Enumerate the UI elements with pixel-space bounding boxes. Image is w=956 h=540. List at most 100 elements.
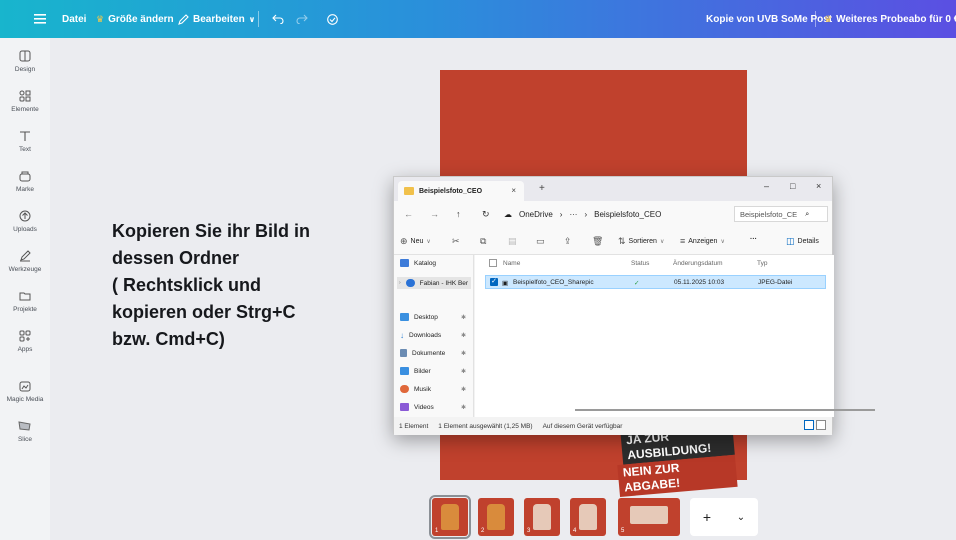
- divider: [258, 11, 259, 27]
- tiles-view-icon[interactable]: [816, 420, 826, 430]
- folder-icon: [404, 187, 414, 195]
- close-tab-icon[interactable]: ×: [511, 186, 516, 195]
- file-explorer-window: Beispielsfoto_CEO × + – □ × ← → ↑ ↻ ☁ On…: [393, 176, 875, 435]
- sidebar-item-uploads[interactable]: Uploads: [0, 210, 50, 233]
- copy-icon[interactable]: ⧉: [480, 236, 486, 247]
- document-title[interactable]: Kopie von UVB SoMe Post: [706, 0, 832, 38]
- paste-icon[interactable]: ▤: [508, 236, 517, 247]
- more-button[interactable]: ···: [750, 236, 757, 243]
- nav-item-gallery[interactable]: Katalog: [400, 259, 436, 267]
- page-number: 1: [435, 528, 439, 534]
- redo-button[interactable]: [296, 0, 308, 38]
- sidebar-item-design[interactable]: Design: [0, 50, 50, 73]
- nav-item-label: Dokumente: [412, 349, 446, 357]
- person-thumbnail-image: [533, 504, 551, 530]
- crown-icon: ♛: [96, 13, 105, 24]
- nav-item-desktop[interactable]: Desktop ✱: [400, 313, 472, 321]
- view-button[interactable]: ≡ Anzeigen ∨: [680, 236, 725, 246]
- sort-label: Sortieren: [628, 238, 657, 245]
- nav-item-documents[interactable]: Dokumente ✱: [400, 349, 472, 357]
- close-window-button[interactable]: ×: [816, 181, 821, 191]
- sidebar-item-label: Marke: [15, 186, 35, 193]
- file-menu[interactable]: Datei: [62, 0, 86, 38]
- save-status-button[interactable]: [326, 0, 339, 38]
- pin-icon: ✱: [460, 314, 466, 321]
- file-type: JPEG-Datei: [758, 279, 793, 286]
- maximize-button[interactable]: □: [790, 181, 795, 191]
- rename-icon[interactable]: ▭: [536, 236, 545, 247]
- column-header-status[interactable]: Status: [631, 255, 649, 271]
- breadcrumb[interactable]: ☁ OneDrive › ··· › Beispielsfoto_CEO: [504, 206, 724, 222]
- layout-icon: [19, 50, 31, 62]
- sidebar-item-projects[interactable]: Projekte: [0, 290, 50, 313]
- column-header-type[interactable]: Typ: [757, 255, 767, 271]
- checkbox-checked-icon[interactable]: ✓: [490, 278, 498, 286]
- tab-title: Beispielsfoto_CEO: [419, 187, 483, 195]
- details-button[interactable]: ◫ Details: [786, 236, 819, 247]
- breadcrumb-onedrive[interactable]: OneDrive: [519, 210, 553, 219]
- file-row[interactable]: ✓ ▣ Beispielfoto_CEO_Sharepic ✓ 05.11.20…: [485, 275, 826, 289]
- sidebar-item-slice[interactable]: Slice: [0, 420, 50, 443]
- page-thumbnail-4[interactable]: 4: [570, 498, 606, 536]
- search-input[interactable]: Beispielsfoto_CE ⌕: [734, 206, 828, 222]
- expand-pages-button[interactable]: ⌄: [737, 512, 745, 523]
- pencil-icon: [178, 13, 189, 25]
- item-count: 1 Element: [399, 422, 429, 430]
- gallery-icon: [400, 259, 409, 267]
- refresh-button[interactable]: ↻: [482, 209, 490, 220]
- trial-button[interactable]: ♛ Weiteres Probeabo für 0 € sichern: [824, 0, 956, 38]
- nav-item-label: Katalog: [414, 259, 437, 267]
- page-thumbnail-2[interactable]: 2: [478, 498, 514, 536]
- cloud-icon: ☁: [504, 209, 512, 219]
- hamburger-icon: [34, 14, 46, 24]
- nav-item-downloads[interactable]: ↓ Downloads ✱: [400, 331, 472, 340]
- sidebar-item-text[interactable]: Text: [0, 130, 50, 153]
- breadcrumb-more[interactable]: ···: [569, 210, 577, 219]
- delete-icon[interactable]: 🗑: [592, 236, 603, 247]
- cut-icon[interactable]: ✂: [452, 236, 460, 247]
- sidebar-item-brand[interactable]: Marke: [0, 170, 50, 193]
- edit-menu[interactable]: Bearbeiten ∨: [178, 0, 255, 38]
- column-header-date[interactable]: Änderungsdatum: [673, 255, 723, 271]
- back-button[interactable]: ←: [404, 209, 413, 219]
- new-tab-button[interactable]: +: [539, 183, 545, 194]
- select-all-checkbox[interactable]: [489, 259, 497, 267]
- page-thumbnail-5[interactable]: 5: [618, 498, 680, 536]
- page-thumbnails: 1 2 3 4 5 + ⌄: [0, 495, 956, 539]
- nav-item-pictures[interactable]: Bilder ✱: [400, 367, 472, 375]
- brand-icon: [19, 171, 31, 182]
- column-header-name[interactable]: Name: [489, 255, 520, 271]
- view-label: Anzeigen: [688, 237, 718, 245]
- cloud-check-icon: [327, 13, 338, 25]
- breadcrumb-current[interactable]: Beispielsfoto_CEO: [594, 210, 661, 219]
- add-page-button[interactable]: +: [703, 509, 711, 525]
- minimize-button[interactable]: –: [764, 181, 769, 191]
- nav-item-music[interactable]: Musik ✱: [400, 385, 472, 393]
- nav-item-onedrive[interactable]: › Fabian - IHK Ber: [397, 277, 471, 289]
- sidebar-item-apps[interactable]: Apps: [0, 330, 50, 353]
- resize-button[interactable]: ♛ Größe ändern: [96, 0, 174, 38]
- up-button[interactable]: ↑: [456, 209, 461, 219]
- file-name: Beispielfoto_CEO_Sharepic: [513, 279, 594, 286]
- undo-button[interactable]: [272, 0, 284, 38]
- pin-icon: ✱: [460, 404, 466, 411]
- sidebar-item-label: Projekte: [13, 306, 37, 313]
- menu-button[interactable]: [34, 0, 46, 38]
- page-thumbnail-3[interactable]: 3: [524, 498, 560, 536]
- nav-item-videos[interactable]: Videos ✱: [400, 403, 472, 411]
- share-icon[interactable]: ⇪: [564, 236, 572, 247]
- sidebar-item-tools[interactable]: Werkzeuge: [0, 250, 50, 273]
- horizontal-scrollbar[interactable]: [575, 409, 875, 411]
- page-thumbnail-1[interactable]: 1: [429, 495, 471, 539]
- explorer-tab[interactable]: Beispielsfoto_CEO ×: [398, 181, 524, 201]
- forward-button[interactable]: →: [430, 209, 439, 219]
- new-button[interactable]: ⊕ Neu ∨: [400, 236, 431, 247]
- resize-label: Größe ändern: [108, 13, 174, 25]
- sidebar-item-elements[interactable]: Elemente: [0, 90, 50, 113]
- pin-icon: ✱: [460, 350, 466, 357]
- chevron-down-icon: ∨: [659, 239, 665, 245]
- sidebar-item-magic-media[interactable]: Magic Media: [0, 380, 50, 403]
- pin-icon: ✱: [460, 333, 466, 339]
- sort-button[interactable]: ⇅ Sortieren ∨: [618, 236, 664, 247]
- details-view-icon[interactable]: [804, 420, 814, 430]
